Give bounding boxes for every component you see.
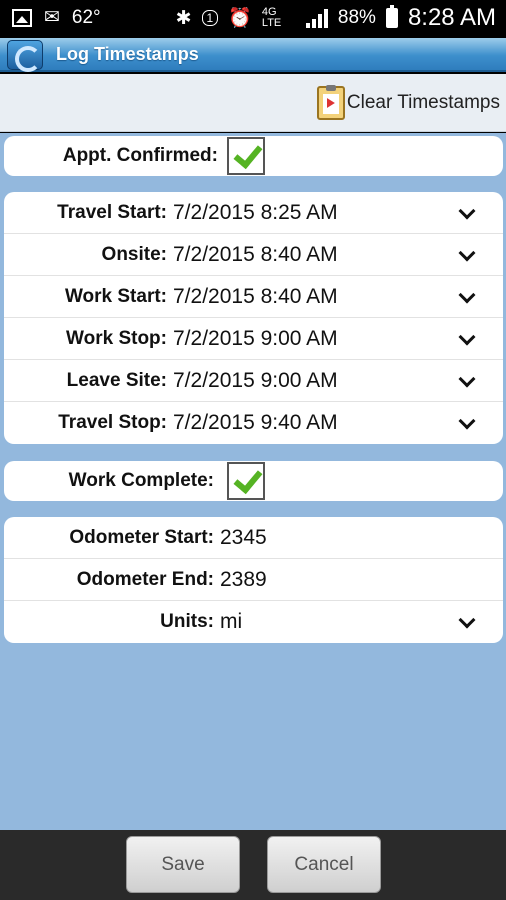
battery-percent: 88% xyxy=(337,7,376,28)
timestamp-label: Travel Start: xyxy=(57,202,167,223)
timestamp-row-work-start[interactable]: Work Start: 7/2/2015 8:40 AM xyxy=(4,276,503,318)
page-title: Log Timestamps xyxy=(56,44,199,64)
timestamp-row-travel-start[interactable]: Travel Start: 7/2/2015 8:25 AM xyxy=(4,192,503,234)
units-label: Units: xyxy=(160,611,214,632)
timestamp-row-travel-stop[interactable]: Travel Stop: 7/2/2015 9:40 AM xyxy=(4,402,503,444)
timestamp-label: Travel Stop: xyxy=(58,412,167,433)
clear-timestamps-label: Clear Timestamps xyxy=(346,92,500,113)
mail-notification-icon: ✉ xyxy=(44,7,60,28)
odometer-start-row[interactable]: Odometer Start: 2345 xyxy=(4,517,503,559)
timestamp-label: Work Start: xyxy=(64,286,167,307)
cell-signal-icon xyxy=(305,8,328,28)
chevron-down-icon[interactable] xyxy=(458,611,476,629)
timestamp-label: Work Stop: xyxy=(66,328,167,349)
odometer-start-label: Odometer Start: xyxy=(69,527,214,548)
work-complete-label: Work Complete: xyxy=(68,470,214,491)
timestamp-value: 7/2/2015 8:25 AM xyxy=(173,201,338,224)
timestamp-value: 7/2/2015 9:00 AM xyxy=(173,327,338,350)
chevron-down-icon[interactable] xyxy=(458,328,476,346)
timestamp-row-leave-site[interactable]: Leave Site: 7/2/2015 9:00 AM xyxy=(4,360,503,402)
toolbar: Clear Timestamps xyxy=(0,74,506,132)
work-complete-row: Work Complete: xyxy=(4,461,503,501)
appt-confirmed-card: Appt. Confirmed: xyxy=(4,136,503,176)
odometer-end-label: Odometer End: xyxy=(76,569,214,590)
battery-icon xyxy=(385,5,398,28)
timestamp-label: Onsite: xyxy=(101,244,167,265)
signal-badge-icon: 1 xyxy=(201,10,219,26)
temperature-text: 62° xyxy=(71,6,101,28)
title-bar: Log Timestamps xyxy=(0,38,506,72)
work-complete-checkbox[interactable] xyxy=(227,462,265,500)
network-type-icon: 4G LTE xyxy=(261,6,282,29)
timestamp-value: 7/2/2015 9:40 AM xyxy=(173,411,338,434)
status-right: ✱ 1 ⏰ 4G LTE 88% 8:28 AM xyxy=(176,4,496,32)
clock: 8:28 AM xyxy=(407,4,496,31)
chevron-down-icon[interactable] xyxy=(458,412,476,430)
timestamp-value: 7/2/2015 9:00 AM xyxy=(173,369,338,392)
alarm-icon: ⏰ xyxy=(228,8,252,29)
content-area: Appt. Confirmed: Travel Start: 7/2/2015 … xyxy=(0,133,506,830)
chevron-down-icon[interactable] xyxy=(458,244,476,262)
chevron-down-icon[interactable] xyxy=(458,370,476,388)
app-logo-icon[interactable] xyxy=(7,40,43,72)
gallery-notification-icon xyxy=(12,8,32,27)
status-left: ✉ 62° xyxy=(12,6,101,29)
appt-confirmed-row: Appt. Confirmed: xyxy=(4,136,503,176)
chevron-down-icon[interactable] xyxy=(458,202,476,220)
timestamp-value: 7/2/2015 8:40 AM xyxy=(173,285,338,308)
chevron-down-icon[interactable] xyxy=(458,286,476,304)
work-complete-card: Work Complete: xyxy=(4,461,503,501)
timestamp-row-onsite[interactable]: Onsite: 7/2/2015 8:40 AM xyxy=(4,234,503,276)
clear-timestamps-button[interactable]: Clear Timestamps xyxy=(316,85,500,120)
timestamps-card: Travel Start: 7/2/2015 8:25 AM Onsite: 7… xyxy=(4,192,503,444)
clipboard-icon xyxy=(316,85,345,120)
odometer-end-value[interactable]: 2389 xyxy=(220,568,267,592)
bottom-bar: Save Cancel xyxy=(0,830,506,900)
odometer-card: Odometer Start: 2345 Odometer End: 2389 … xyxy=(4,517,503,643)
units-row[interactable]: Units: mi xyxy=(4,601,503,643)
timestamp-label: Leave Site: xyxy=(66,370,167,391)
odometer-start-value[interactable]: 2345 xyxy=(220,526,267,550)
timestamp-row-work-stop[interactable]: Work Stop: 7/2/2015 9:00 AM xyxy=(4,318,503,360)
bluetooth-icon: ✱ xyxy=(175,7,192,29)
appt-confirmed-checkbox[interactable] xyxy=(227,137,265,175)
save-button[interactable]: Save xyxy=(126,836,240,893)
appt-confirmed-label: Appt. Confirmed: xyxy=(62,145,218,166)
units-value: mi xyxy=(220,610,243,633)
cancel-button[interactable]: Cancel xyxy=(267,836,381,893)
status-bar: ✉ 62° ✱ 1 ⏰ 4G LTE 88% 8:28 AM xyxy=(0,0,506,38)
odometer-end-row[interactable]: Odometer End: 2389 xyxy=(4,559,503,601)
timestamp-value: 7/2/2015 8:40 AM xyxy=(173,243,338,266)
